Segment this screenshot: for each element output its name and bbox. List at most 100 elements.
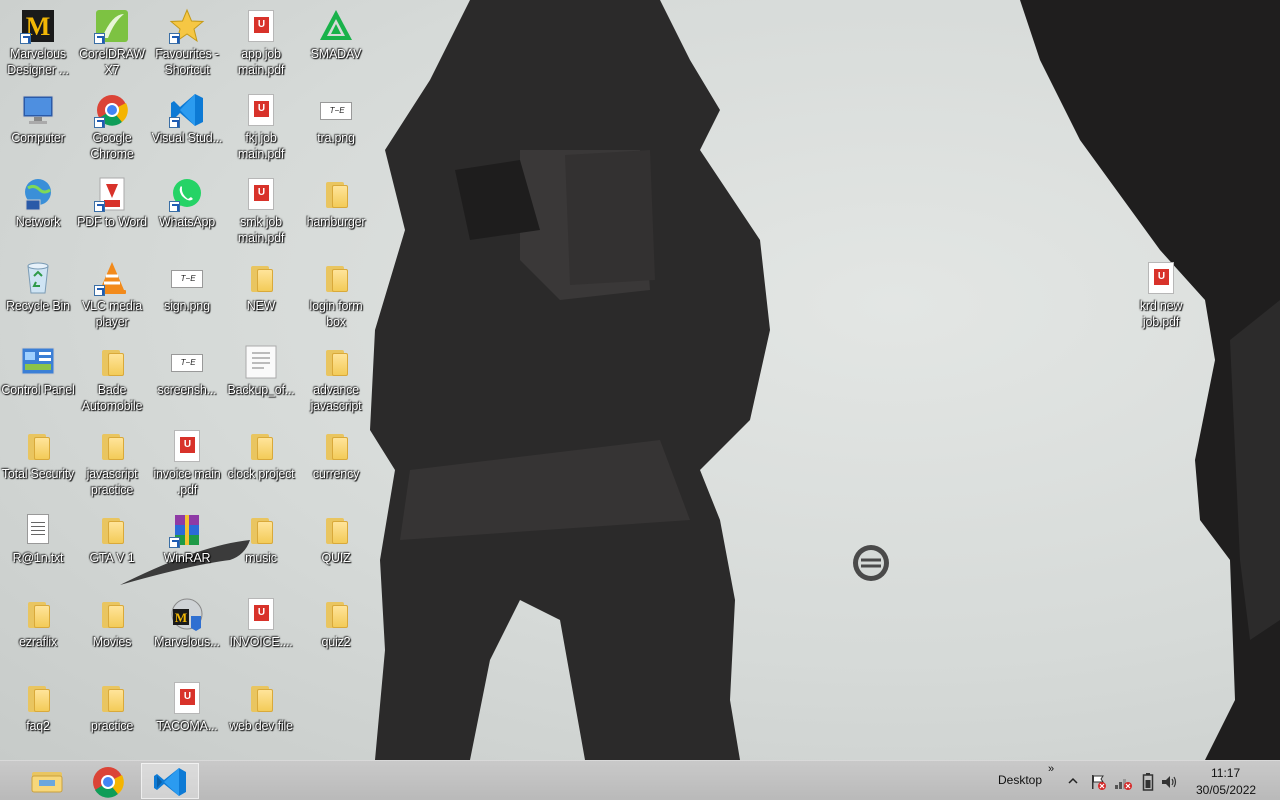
desktop-icon-total-security[interactable]: Total Security (0, 424, 76, 504)
desktop-icon-practice[interactable]: practice (74, 676, 150, 756)
network-icon (20, 176, 56, 212)
desktop-icon-music[interactable]: music (223, 508, 299, 588)
desktop-icon-clock-project[interactable]: clock project (223, 424, 299, 504)
desktop-icon-label: Backup_of... (227, 383, 295, 397)
desktop-icon-tacoma[interactable]: U TACOMA... (149, 676, 225, 756)
desktop-icon-gta-v-1[interactable]: GTA V 1 (74, 508, 150, 588)
desktop-toolbar-label[interactable]: Desktop (998, 773, 1042, 787)
desktop-icon-label: Visual Stud... (151, 131, 223, 145)
desktop-icon-label: login form box (309, 299, 363, 329)
desktop-icon-winrar[interactable]: WinRAR (149, 508, 225, 588)
clock-date[interactable]: 30/05/2022 (1196, 783, 1256, 797)
desktop-icon-fkj-job-main-pdf[interactable]: Ufkj job main.pdf (223, 88, 299, 168)
desktop-icon-app-job-main-pdf[interactable]: Uapp job main.pdf (223, 4, 299, 84)
desktop-icon-label: Google Chrome (90, 131, 134, 161)
desktop-icon-label: currency (312, 467, 360, 481)
desktop-icon-favourites-shortcut[interactable]: Favourites - Shortcut (149, 4, 225, 84)
desktop-icon-label: Marvelous... (154, 635, 220, 649)
desktop-icon-label: WhatsApp (158, 215, 216, 229)
shortcut-arrow-icon (94, 117, 105, 128)
shortcut-arrow-icon (94, 201, 105, 212)
pdf-file-icon: U (169, 428, 205, 464)
vscode-icon (154, 768, 186, 796)
taskbar-chrome-button[interactable] (79, 763, 137, 799)
folder-icon (243, 512, 279, 548)
show-hidden-icons-arrow-icon[interactable] (1066, 775, 1080, 787)
computer-icon (20, 92, 56, 128)
document-file-icon (243, 344, 279, 380)
desktop-icon-javascript-practice[interactable]: javascript practice (74, 424, 150, 504)
marvelous-designer-icon: M (20, 8, 56, 44)
taskbar-file-explorer-button[interactable] (17, 763, 75, 799)
desktop-icon-label: krd new job.pdf (1139, 299, 1183, 329)
action-center-flag-icon[interactable] (1089, 773, 1107, 791)
desktop-icon-visual-stud[interactable]: Visual Stud... (149, 88, 225, 168)
desktop-icon-computer[interactable]: Computer (0, 88, 76, 168)
toolbar-chevron-icon[interactable]: » (1048, 763, 1054, 775)
desktop-icon-r-1n-txt[interactable]: R@1n.txt (0, 508, 76, 588)
desktop-icon-marvelous[interactable]: M Marvelous... (149, 592, 225, 672)
desktop-icon-label: Network (15, 215, 61, 229)
pdf-file-icon: U (243, 8, 279, 44)
text-file-icon (20, 512, 56, 548)
network-disconnected-icon[interactable] (1113, 773, 1133, 791)
desktop-icon-quiz2[interactable]: quiz2 (298, 592, 374, 672)
desktop-icon-tra-png[interactable]: T−E tra.png (298, 88, 374, 168)
battery-icon[interactable] (1142, 772, 1154, 792)
desktop-icon-coreldraw-x7[interactable]: CorelDRAW X7 (74, 4, 150, 84)
desktop-icon-recycle-bin[interactable]: Recycle Bin (0, 256, 76, 336)
image-file-icon: T−E (318, 92, 354, 128)
desktop-icon-network[interactable]: Network (0, 172, 76, 252)
desktop-icon-smk-job-main-pdf[interactable]: Usmk job main.pdf (223, 172, 299, 252)
desktop-icon-krd-new-job-pdf[interactable]: Ukrd new job.pdf (1123, 256, 1199, 336)
desktop-icon-label: Movies (92, 635, 132, 649)
chrome-icon (93, 767, 124, 798)
desktop-icon-label: advance javascript (310, 383, 362, 413)
folder-icon (243, 680, 279, 716)
desktop-icon-quiz[interactable]: QUIZ (298, 508, 374, 588)
folder-icon (20, 596, 56, 632)
desktop-icon-new[interactable]: NEW (223, 256, 299, 336)
desktop-icon-login-form-box[interactable]: login form box (298, 256, 374, 336)
folder-icon (318, 512, 354, 548)
folder-icon (318, 344, 354, 380)
desktop-icon-label: faq2 (26, 719, 50, 733)
whatsapp-icon (169, 176, 205, 212)
volume-icon[interactable] (1160, 773, 1178, 791)
desktop-icon-screensh[interactable]: T−E screensh... (149, 340, 225, 420)
desktop-icon-whatsapp[interactable]: WhatsApp (149, 172, 225, 252)
desktop-icon-faq2[interactable]: faq2 (0, 676, 76, 756)
vscode-icon (169, 92, 205, 128)
taskbar-vscode-button[interactable] (141, 763, 199, 799)
desktop-icon-label: Computer (11, 131, 65, 145)
desktop-icon-google-chrome[interactable]: Google Chrome (74, 88, 150, 168)
desktop-icon-pdf-to-word[interactable]: PDF to Word (74, 172, 150, 252)
desktop-icon-label: fkj job main.pdf (237, 131, 285, 161)
desktop-icon-label: WinRAR (163, 551, 211, 565)
desktop-icon-smadav[interactable]: SMADAV (298, 4, 374, 84)
desktop-icon-vlc-media-player[interactable]: VLC media player (74, 256, 150, 336)
desktop-icon-backup-of[interactable]: Backup_of... (223, 340, 299, 420)
desktop-icon-ezraflix[interactable]: ezraflix (0, 592, 76, 672)
folder-icon (94, 344, 130, 380)
pdf-file-icon: U (243, 176, 279, 212)
desktop-icon-marvelous-designer[interactable]: M Marvelous Designer ... (0, 4, 76, 84)
folder-icon (20, 680, 56, 716)
desktop-icon-invoice[interactable]: U INVOICE.... (223, 592, 299, 672)
folder-icon (94, 428, 130, 464)
desktop-icon-web-dev-file[interactable]: web dev file (223, 676, 299, 756)
desktop-icon-movies[interactable]: Movies (74, 592, 150, 672)
desktop-icon-bade-automobile[interactable]: Bade Automobile (74, 340, 150, 420)
desktop-icon-currency[interactable]: currency (298, 424, 374, 504)
desktop-icon-label: Favourites - Shortcut (155, 47, 219, 77)
favourites-star-icon (169, 8, 205, 44)
desktop-icon-invoice-main-pdf[interactable]: Uinvoice main .pdf (149, 424, 225, 504)
image-file-icon: T−E (169, 344, 205, 380)
clock-time[interactable]: 11:17 (1211, 766, 1240, 780)
desktop-icon-sign-png[interactable]: T−E sign.png (149, 256, 225, 336)
desktop-icon-control-panel[interactable]: Control Panel (0, 340, 76, 420)
desktop-icon-hamburger[interactable]: hamburger (298, 172, 374, 252)
desktop-icon-label: javascript practice (86, 467, 138, 497)
folder-icon (318, 428, 354, 464)
desktop-icon-advance-javascript[interactable]: advance javascript (298, 340, 374, 420)
